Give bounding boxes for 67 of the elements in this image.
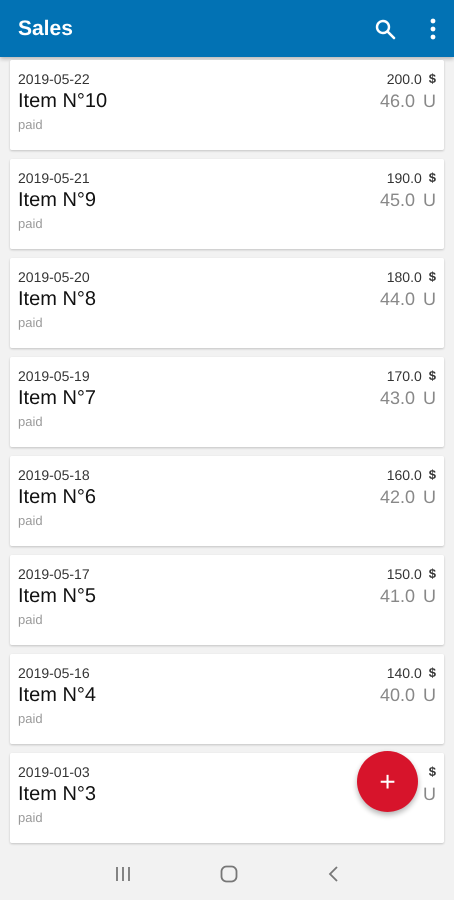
item-name: Item N°5	[18, 584, 96, 609]
payment-status: paid	[18, 215, 44, 233]
item-name: Item N°3	[18, 782, 96, 807]
search-icon[interactable]	[374, 18, 396, 40]
sale-date: 2019-01-03	[18, 763, 91, 781]
sale-amount: 160.0	[386, 466, 422, 484]
sale-date: 2019-05-20	[18, 268, 91, 286]
sale-card[interactable]: 2019-05-20 Item N°8 paid 180.0 $ 44.0 U	[10, 258, 444, 348]
item-name: Item N°7	[18, 386, 96, 411]
quantity-unit: U	[423, 486, 436, 509]
sale-date: 2019-05-17	[18, 565, 91, 583]
currency-symbol: $	[428, 664, 436, 682]
sale-amount: 170.0	[386, 367, 422, 385]
sale-date: 2019-05-22	[18, 70, 91, 88]
sale-quantity: 43.0	[380, 387, 415, 410]
item-name: Item N°8	[18, 287, 96, 312]
home-icon[interactable]	[220, 865, 238, 883]
sale-date: 2019-05-18	[18, 466, 91, 484]
sale-amount: 180.0	[386, 268, 422, 286]
sale-date: 2019-05-19	[18, 367, 91, 385]
sale-quantity: 45.0	[380, 189, 415, 212]
payment-status: paid	[18, 809, 44, 827]
item-name: Item N°6	[18, 485, 96, 510]
sale-amount: 200.0	[386, 70, 422, 88]
currency-symbol: $	[428, 169, 436, 187]
sale-amount: 150.0	[386, 565, 422, 583]
more-options-icon[interactable]	[430, 18, 436, 40]
sale-quantity: 40.0	[380, 684, 415, 707]
payment-status: paid	[18, 512, 44, 530]
quantity-unit: U	[423, 90, 436, 113]
quantity-unit: U	[423, 585, 436, 608]
item-name: Item N°4	[18, 683, 96, 708]
sale-card[interactable]: 2019-05-18 Item N°6 paid 160.0 $ 42.0 U	[10, 456, 444, 546]
sale-quantity: 42.0	[380, 486, 415, 509]
quantity-unit: U	[423, 783, 436, 806]
currency-symbol: $	[428, 367, 436, 385]
item-name: Item N°10	[18, 89, 108, 114]
quantity-unit: U	[423, 189, 436, 212]
currency-symbol: $	[428, 466, 436, 484]
back-icon[interactable]	[327, 865, 340, 883]
sale-card[interactable]: 2019-05-16 Item N°4 paid 140.0 $ 40.0 U	[10, 654, 444, 744]
quantity-unit: U	[423, 684, 436, 707]
quantity-unit: U	[423, 387, 436, 410]
sale-date: 2019-05-16	[18, 664, 91, 682]
sale-date: 2019-05-21	[18, 169, 91, 187]
payment-status: paid	[18, 116, 44, 134]
sale-amount: 140.0	[386, 664, 422, 682]
sale-quantity: 41.0	[380, 585, 415, 608]
app-title: Sales	[18, 16, 74, 40]
sale-card[interactable]: 2019-05-21 Item N°9 paid 190.0 $ 45.0 U	[10, 159, 444, 249]
currency-symbol: $	[428, 763, 436, 781]
sale-quantity: 46.0	[380, 90, 415, 113]
recent-apps-icon[interactable]	[114, 866, 131, 882]
quantity-unit: U	[423, 288, 436, 311]
payment-status: paid	[18, 611, 44, 629]
sale-card[interactable]: 2019-05-19 Item N°7 paid 170.0 $ 43.0 U	[10, 357, 444, 447]
sale-card[interactable]: 2019-05-22 Item N°10 paid 200.0 $ 46.0 U	[10, 60, 444, 150]
sale-amount: 190.0	[386, 169, 422, 187]
sale-card[interactable]: 2019-05-17 Item N°5 paid 150.0 $ 41.0 U	[10, 555, 444, 645]
payment-status: paid	[18, 413, 44, 431]
sale-quantity: 44.0	[380, 288, 415, 311]
currency-symbol: $	[428, 268, 436, 286]
item-name: Item N°9	[18, 188, 96, 213]
payment-status: paid	[18, 314, 44, 332]
currency-symbol: $	[428, 565, 436, 583]
currency-symbol: $	[428, 70, 436, 88]
payment-status: paid	[18, 710, 44, 728]
